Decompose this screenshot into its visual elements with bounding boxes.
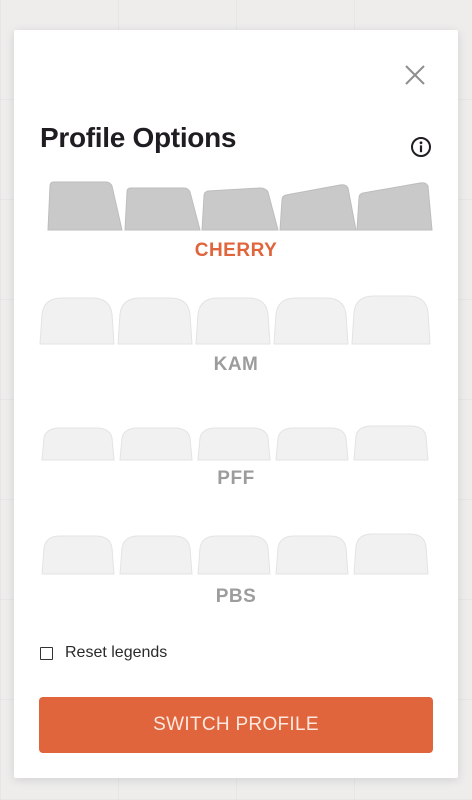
reset-legends-option[interactable]: Reset legends: [40, 644, 167, 662]
close-button[interactable]: [402, 62, 428, 88]
profile-label-cherry: CHERRY: [194, 240, 278, 261]
profile-option-kam[interactable]: KAM: [38, 294, 434, 384]
dialog-title: Profile Options: [40, 122, 237, 153]
profile-options-dialog: Profile Options CHERRY KAM PFF PBS Reset…: [14, 30, 458, 778]
profile-label-kam: KAM: [213, 354, 259, 375]
switch-profile-button[interactable]: SWITCH PROFILE: [39, 697, 433, 753]
info-button[interactable]: [410, 136, 432, 158]
pbs-keycaps: [41, 533, 429, 575]
kam-keycaps: [39, 295, 431, 345]
profile-option-cherry[interactable]: CHERRY: [38, 178, 434, 268]
pff-keycaps: [41, 425, 429, 461]
cherry-keycaps: [47, 181, 433, 231]
profile-label-pff: PFF: [217, 468, 255, 489]
profile-label-pbs: PBS: [215, 586, 257, 607]
reset-legends-label: Reset legends: [65, 644, 168, 661]
info-icon: [411, 137, 431, 157]
profile-option-pbs[interactable]: PBS: [38, 530, 434, 614]
close-icon: [405, 65, 425, 85]
profile-option-pff[interactable]: PFF: [38, 424, 434, 500]
reset-legends-checkbox[interactable]: [40, 646, 53, 660]
